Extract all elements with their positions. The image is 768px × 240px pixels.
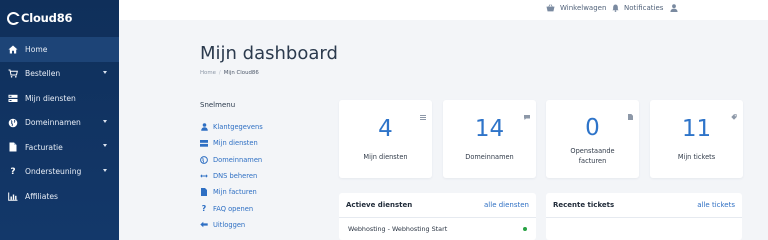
panel-header: Actieve diensten alle diensten: [339, 193, 536, 218]
snelmenu-item-mijn-facturen[interactable]: Mijn facturen: [200, 184, 263, 200]
question-icon: ?: [10, 166, 16, 177]
stat-value: 11: [681, 116, 712, 142]
stat-label: Mijn tickets: [677, 153, 716, 161]
bell-icon: [612, 4, 619, 12]
sidebar-item-mijn-diensten[interactable]: Mijn diensten: [0, 86, 119, 111]
cart-icon: [8, 69, 18, 79]
snelmenu-item-klantgegevens[interactable]: Klantgegevens: [200, 119, 263, 135]
breadcrumb-home[interactable]: Home: [200, 70, 216, 76]
stat-value: 0: [585, 115, 600, 141]
all-services-link[interactable]: alle diensten: [484, 201, 529, 209]
snelmenu-title: Snelmenu: [200, 101, 236, 109]
notifications-label: Notificaties: [624, 4, 664, 12]
snelmenu-item-label: Mijn diensten: [213, 139, 258, 148]
breadcrumb-separator: /: [218, 70, 221, 76]
stat-value: 14: [474, 116, 505, 142]
sidebar-item-label: Bestellen: [25, 69, 61, 79]
stat-label-line2: facturen: [578, 157, 607, 165]
sidebar-item-facturatie[interactable]: Facturatie: [0, 135, 119, 160]
snelmenu-item-uitloggen[interactable]: Uitloggen: [200, 217, 263, 233]
breadcrumb: Home / Mijn Cloud86: [200, 70, 259, 76]
globe-icon: [8, 118, 18, 128]
service-name: Webhosting - Webhosting Start: [348, 225, 448, 233]
invoice-icon: [8, 142, 18, 152]
sidebar-item-label: Home: [25, 44, 48, 54]
user-icon: [200, 123, 208, 131]
stat-card-facturen[interactable]: 0 Openstaande facturen: [546, 100, 639, 178]
server-icon: [8, 93, 18, 103]
sidebar-item-bestellen[interactable]: Bestellen: [0, 62, 119, 87]
sidebar-item-ondersteuning[interactable]: ? Ondersteuning: [0, 160, 119, 185]
chevron-down-icon: [103, 144, 107, 147]
user-icon: [670, 4, 678, 12]
top-bar: Winkelwagen Notificaties: [119, 0, 768, 20]
logo-mark-icon: [7, 11, 21, 25]
snelmenu-item-label: DNS beheren: [213, 172, 258, 181]
stat-label: Mijn diensten: [363, 153, 408, 161]
panel-header: Recente tickets alle tickets: [546, 193, 742, 218]
snelmenu-item-faq-openen[interactable]: ? FAQ openen: [200, 200, 263, 216]
active-services-panel: Actieve diensten alle diensten Webhostin…: [339, 193, 536, 240]
all-tickets-link[interactable]: alle tickets: [697, 201, 735, 209]
breadcrumb-current: Mijn Cloud86: [223, 70, 259, 76]
chevron-down-icon: [103, 168, 107, 172]
chart-icon: [8, 191, 18, 201]
snelmenu-item-domeinnamen[interactable]: Domeinnamen: [200, 152, 263, 168]
stat-value: 4: [378, 116, 393, 142]
sidebar-nav: Home Bestellen Mijn diensten Domeinnamen: [0, 37, 119, 209]
sidebar: Cloud86 Home Bestellen Mijn diensten Dom…: [0, 0, 119, 240]
stat-label: Domeinnamen: [465, 153, 514, 161]
panel-title: Actieve diensten: [346, 201, 413, 209]
notifications-link[interactable]: Notificaties: [612, 4, 663, 12]
account-menu[interactable]: [670, 4, 683, 12]
snelmenu-item-label: Domeinnamen: [213, 155, 263, 164]
stat-label: Openstaande facturen: [546, 146, 639, 166]
cart-label: Winkelwagen: [560, 4, 607, 12]
home-icon: [8, 44, 18, 54]
recent-tickets-panel: Recente tickets alle tickets: [546, 193, 742, 240]
panel-title: Recente tickets: [553, 201, 615, 209]
sidebar-item-label: Mijn diensten: [25, 93, 76, 103]
snelmenu-item-label: FAQ openen: [213, 204, 254, 213]
stat-label-line1: Openstaande: [570, 147, 615, 155]
invoice-icon: [200, 188, 208, 197]
sidebar-item-label: Facturatie: [25, 142, 63, 152]
brand-name: Cloud86: [21, 11, 73, 25]
snelmenu-item-label: Uitloggen: [213, 220, 246, 229]
snelmenu-item-label: Mijn facturen: [213, 188, 257, 197]
globe-icon: [200, 155, 208, 164]
arrows-icon: [200, 172, 208, 180]
logout-icon: [200, 221, 208, 229]
status-active-icon: [523, 227, 527, 231]
page-title: Mijn dashboard: [200, 43, 338, 64]
snelmenu-item-label: Klantgegevens: [213, 123, 263, 132]
question-icon: ?: [201, 204, 207, 214]
server-icon: [200, 139, 208, 147]
stat-card-diensten[interactable]: 4 Mijn diensten: [339, 100, 432, 178]
sidebar-item-domeinnamen[interactable]: Domeinnamen: [0, 111, 119, 136]
sidebar-item-label: Domeinnamen: [25, 118, 81, 128]
chevron-down-icon: [103, 70, 107, 74]
chevron-down-icon: [103, 119, 107, 123]
stat-card-tickets[interactable]: 11 Mijn tickets: [650, 100, 743, 178]
cart-link[interactable]: Winkelwagen: [546, 4, 606, 12]
snelmenu-item-mijn-diensten[interactable]: Mijn diensten: [200, 135, 263, 151]
snelmenu-item-dns-beheren[interactable]: DNS beheren: [200, 168, 263, 184]
stat-card-domeinnamen[interactable]: 14 Domeinnamen: [443, 100, 536, 178]
basket-icon: [546, 4, 555, 12]
service-row[interactable]: Webhosting - Webhosting Start: [339, 218, 536, 240]
sidebar-item-affiliates[interactable]: Affiliates: [0, 184, 119, 209]
sidebar-item-label: Ondersteuning: [25, 167, 82, 177]
snelmenu-list: Klantgegevens Mijn diensten Domeinnamen …: [200, 119, 263, 233]
sidebar-item-home[interactable]: Home: [0, 37, 119, 62]
brand-logo[interactable]: Cloud86: [7, 9, 73, 27]
sidebar-item-label: Affiliates: [25, 191, 59, 201]
